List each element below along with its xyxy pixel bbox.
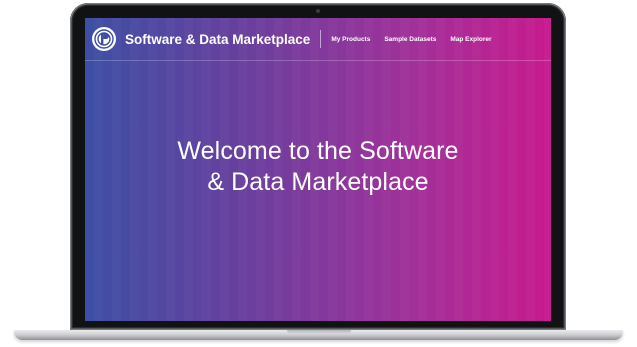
nav-map-explorer[interactable]: Map Explorer: [450, 36, 491, 43]
top-navbar: Software & Data Marketplace My Products …: [85, 18, 551, 61]
brand-title[interactable]: Software & Data Marketplace: [125, 32, 310, 47]
nav-divider: [320, 30, 322, 48]
laptop-lid: Software & Data Marketplace My Products …: [70, 3, 566, 330]
laptop-notch: [286, 330, 351, 334]
hero-line-2: & Data Marketplace: [207, 168, 429, 196]
camera-icon: [316, 9, 320, 13]
app-screen: Software & Data Marketplace My Products …: [85, 18, 551, 321]
brand-logo-icon[interactable]: [91, 26, 117, 52]
hero-heading: Welcome to the Software & Data Marketpla…: [85, 136, 551, 198]
hero-line-1: Welcome to the Software: [177, 137, 459, 165]
nav-my-products[interactable]: My Products: [331, 36, 370, 43]
nav-sample-datasets[interactable]: Sample Datasets: [384, 36, 436, 43]
laptop-base: [14, 330, 623, 340]
laptop-mockup: Software & Data Marketplace My Products …: [0, 0, 637, 347]
